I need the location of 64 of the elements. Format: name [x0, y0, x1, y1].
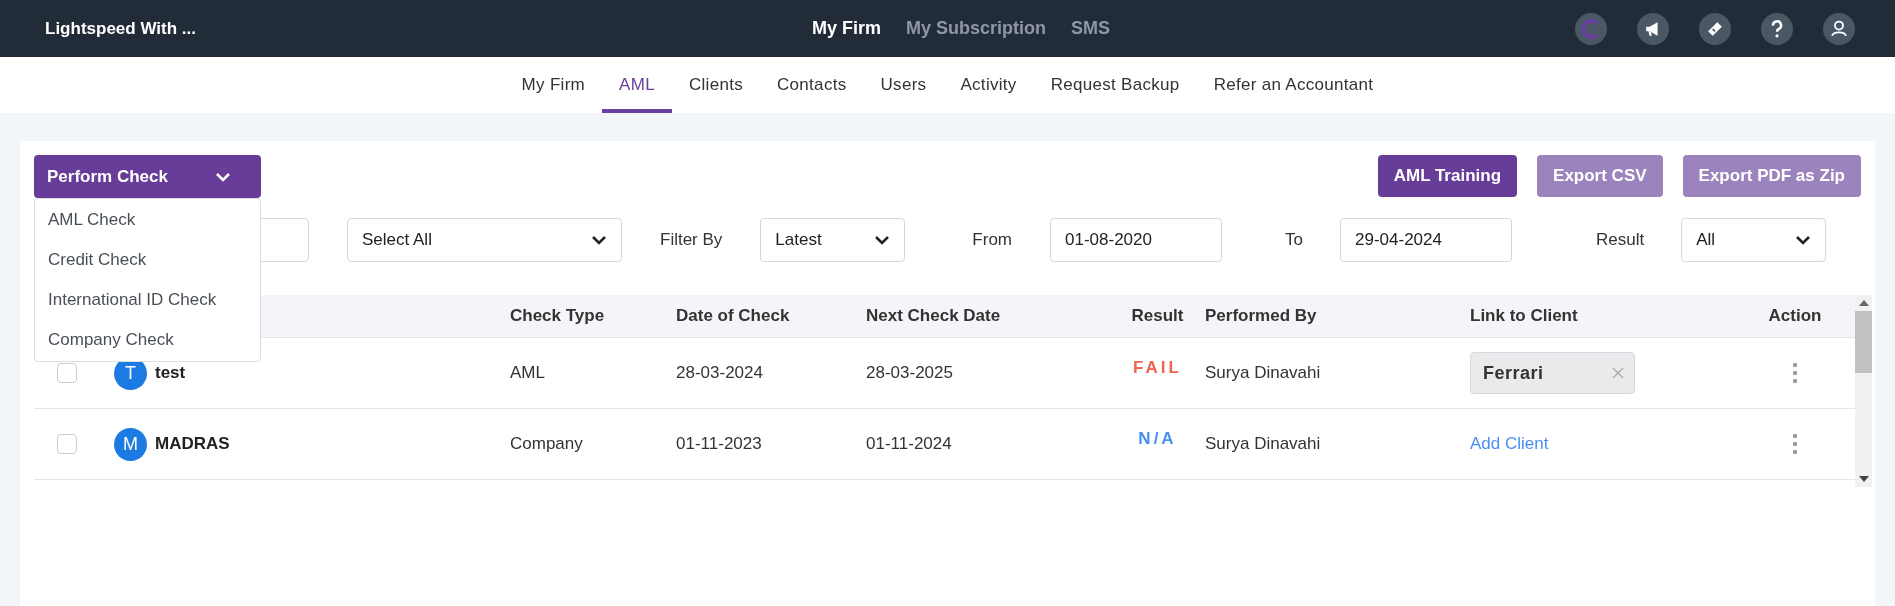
perform-check-dropdown[interactable]: Perform Check [34, 155, 261, 198]
chevron-icon [215, 171, 231, 182]
ticket-icon[interactable] [1699, 12, 1731, 45]
filter-label: Filter By [660, 230, 723, 250]
avatar-badge: M [114, 427, 147, 461]
category-select[interactable]: Select All [347, 218, 622, 262]
nav-tab[interactable]: Request Backup [1033, 57, 1197, 113]
result-status: FAIL [1133, 358, 1182, 378]
table-cell-text: Surya Dinavahi [1205, 434, 1322, 454]
help-icon[interactable] [1761, 12, 1793, 45]
menu-item[interactable]: AML Check [35, 200, 260, 240]
table-cell-text: 28-03-2024 [676, 363, 764, 383]
user-icon[interactable] [1823, 12, 1855, 45]
row-checkbox[interactable] [57, 363, 77, 383]
top-nav-link[interactable]: My Subscription [906, 18, 1047, 39]
nav-tab[interactable]: AML [602, 57, 672, 113]
date-field[interactable]: 01-08-2020 [1050, 218, 1222, 262]
megaphone-icon[interactable] [1637, 12, 1669, 45]
chevron-icon [591, 235, 607, 245]
table-cell-text: Company [510, 434, 584, 454]
column-header: Result [1130, 306, 1185, 326]
column-header: Action [1767, 306, 1823, 326]
column-header: Performed By [1205, 306, 1318, 326]
logo-icon[interactable] [1575, 12, 1607, 45]
column-header: Date of Check [676, 306, 791, 326]
chevron-icon [1795, 235, 1812, 245]
column-header: Check Type [510, 306, 606, 326]
scroll-down-icon[interactable] [1858, 476, 1869, 482]
scrollbar[interactable] [1855, 295, 1872, 487]
table-cell-text: AML [510, 363, 546, 383]
more-icon[interactable] [1792, 433, 1798, 455]
top-nav-link[interactable]: SMS [1071, 18, 1111, 39]
brand-name: Lightspeed With ... [45, 18, 196, 39]
table-cell-text: 01-11-2024 [866, 434, 953, 454]
result-status: N/A [1138, 429, 1177, 449]
nav-tab[interactable]: My Firm [504, 57, 603, 113]
column-header: Next Check Date [866, 306, 1002, 326]
nav-tab[interactable]: Contacts [760, 57, 864, 113]
nav-tab[interactable]: Users [863, 57, 944, 113]
nav-tab[interactable]: Activity [943, 57, 1034, 113]
row-checkbox[interactable] [57, 434, 77, 454]
column-header: Link to Client [1470, 306, 1579, 326]
filter-label: Result [1596, 230, 1645, 250]
result-select[interactable]: All [1681, 218, 1827, 262]
menu-item[interactable]: International ID Check [35, 280, 260, 320]
menu-item[interactable]: Credit Check [35, 240, 260, 280]
table-cell-text: 01-11-2023 [676, 434, 763, 454]
client-name: MADRAS [155, 434, 230, 454]
filter-label: From [972, 230, 1012, 250]
top-nav-link[interactable]: My Firm [812, 18, 881, 39]
scroll-up-icon[interactable] [1858, 300, 1869, 306]
client-tag[interactable]: Ferrari [1470, 352, 1635, 394]
date-field[interactable]: 29-04-2024 [1340, 218, 1512, 262]
filter-label: To [1285, 230, 1303, 250]
action-button[interactable]: AML Training [1377, 155, 1518, 197]
client-name: test [155, 363, 186, 383]
more-icon[interactable] [1792, 362, 1798, 384]
nav-tab[interactable]: Refer an Accountant [1196, 57, 1391, 113]
table-cell-text: 28-03-2025 [866, 363, 954, 383]
table-cell-text: Surya Dinavahi [1205, 363, 1322, 383]
close-icon[interactable] [1612, 367, 1624, 379]
chevron-icon [874, 235, 891, 245]
nav-tab[interactable]: Clients [671, 57, 760, 113]
filter-select[interactable]: Latest [760, 218, 906, 262]
